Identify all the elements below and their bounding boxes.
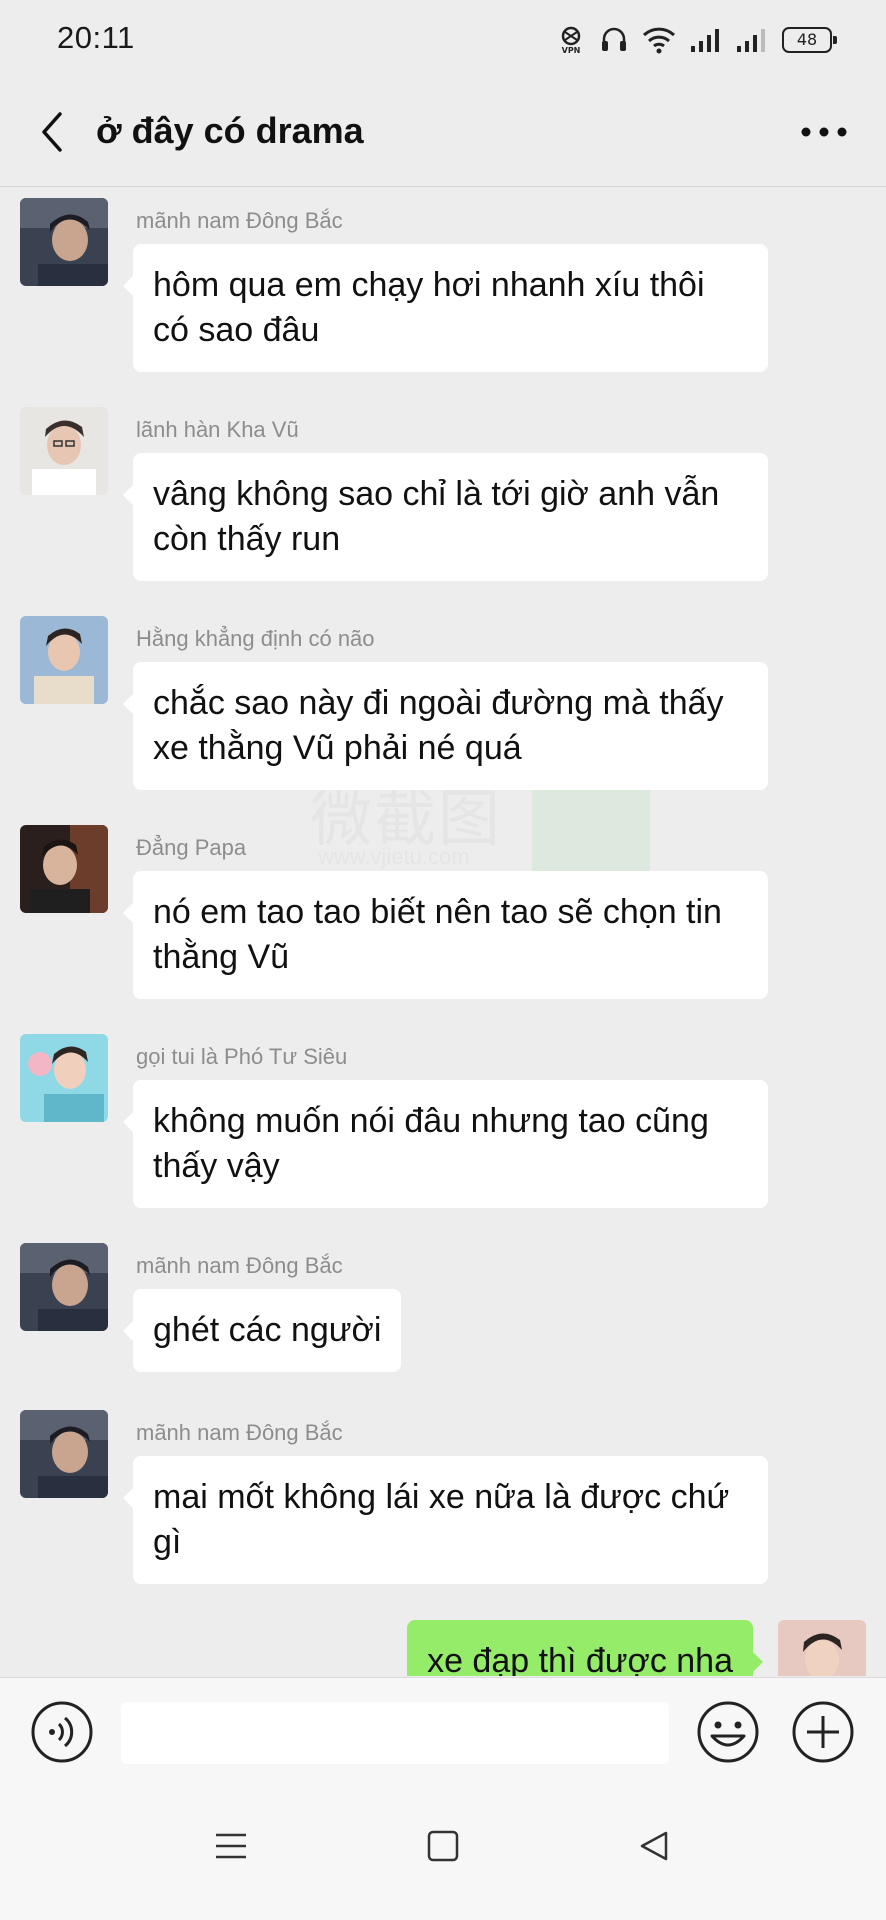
message-bubble[interactable]: chắc sao này đi ngoài đường mà thấy xe t… (123, 662, 768, 790)
avatar[interactable] (20, 407, 108, 495)
chevron-left-icon (42, 112, 62, 152)
avatar[interactable] (20, 1034, 108, 1122)
signal-icon (736, 26, 768, 54)
wifi-icon (642, 26, 676, 54)
input-bar (0, 1677, 886, 1787)
sender-name: mãnh nam Đông Bắc (136, 208, 343, 233)
sender-name: mãnh nam Đông Bắc (136, 1253, 343, 1278)
avatar[interactable] (20, 198, 108, 286)
watermark-url: www.vjietu.com (318, 844, 470, 869)
sender-name: Hằng khẳng định có não (136, 626, 375, 651)
back-nav-button[interactable] (630, 1821, 680, 1871)
sender-name: mãnh nam Đông Bắc (136, 1420, 343, 1445)
avatar[interactable] (20, 1243, 108, 1331)
status-time: 20:11 (57, 20, 135, 55)
sender-name: gọi tui là Phó Tư Siêu (136, 1044, 348, 1069)
vpn-icon: VPN (556, 25, 586, 55)
message-bubble-self[interactable]: xe đạp thì được nha (407, 1620, 763, 1676)
voice-button[interactable] (30, 1700, 94, 1764)
message-list[interactable]: 微截图 www.vjietu.com mãnh nam Đông Bắc hôm… (0, 188, 886, 1676)
message-bubble[interactable]: không muốn nói đâu nhưng tao cũng thấy v… (123, 1080, 768, 1208)
back-triangle-icon (640, 1831, 668, 1861)
system-nav-bar (0, 1787, 886, 1920)
avatar[interactable] (20, 616, 108, 704)
message-bubble[interactable]: vâng không sao chỉ là tới giờ anh vẫn cò… (123, 453, 768, 581)
message-bubble[interactable]: hôm qua em chạy hơi nhanh xíu thôi có sa… (123, 244, 768, 372)
message-bubble[interactable]: nó em tao tao biết nên tao sẽ chọn tin t… (123, 871, 768, 999)
signal-icon (690, 26, 722, 54)
status-bar: 20:11 VPN 48 (0, 0, 886, 80)
headset-icon (600, 25, 628, 55)
plus-button[interactable] (791, 1700, 855, 1764)
avatar[interactable] (20, 825, 108, 913)
status-icons: VPN 48 (556, 22, 837, 58)
message-bubble[interactable]: ghét các người (122, 1289, 402, 1372)
home-icon (427, 1830, 459, 1862)
sender-name: lãnh hàn Kha Vũ (136, 417, 299, 442)
more-horizontal-icon (801, 127, 847, 137)
emoji-icon (697, 1701, 759, 1763)
plus-icon (792, 1701, 854, 1763)
avatar[interactable] (20, 1410, 108, 1498)
svg-text:VPN: VPN (562, 46, 581, 55)
more-button[interactable] (796, 110, 852, 154)
menu-icon (216, 1833, 246, 1859)
message-bubble[interactable]: mai mốt không lái xe nữa là được chứ gì (123, 1456, 768, 1584)
home-button[interactable] (418, 1821, 468, 1871)
chat-title: ở đây có drama (96, 110, 364, 151)
emoji-button[interactable] (696, 1700, 760, 1764)
back-button[interactable] (30, 102, 74, 162)
chat-header: ở đây có drama (0, 80, 886, 187)
message-input[interactable] (121, 1702, 669, 1764)
menu-button[interactable] (206, 1821, 256, 1871)
voice-icon (31, 1701, 93, 1763)
battery-icon: 48 (782, 27, 837, 53)
avatar[interactable] (778, 1620, 866, 1676)
sender-name: Đẳng Papa (136, 835, 247, 860)
